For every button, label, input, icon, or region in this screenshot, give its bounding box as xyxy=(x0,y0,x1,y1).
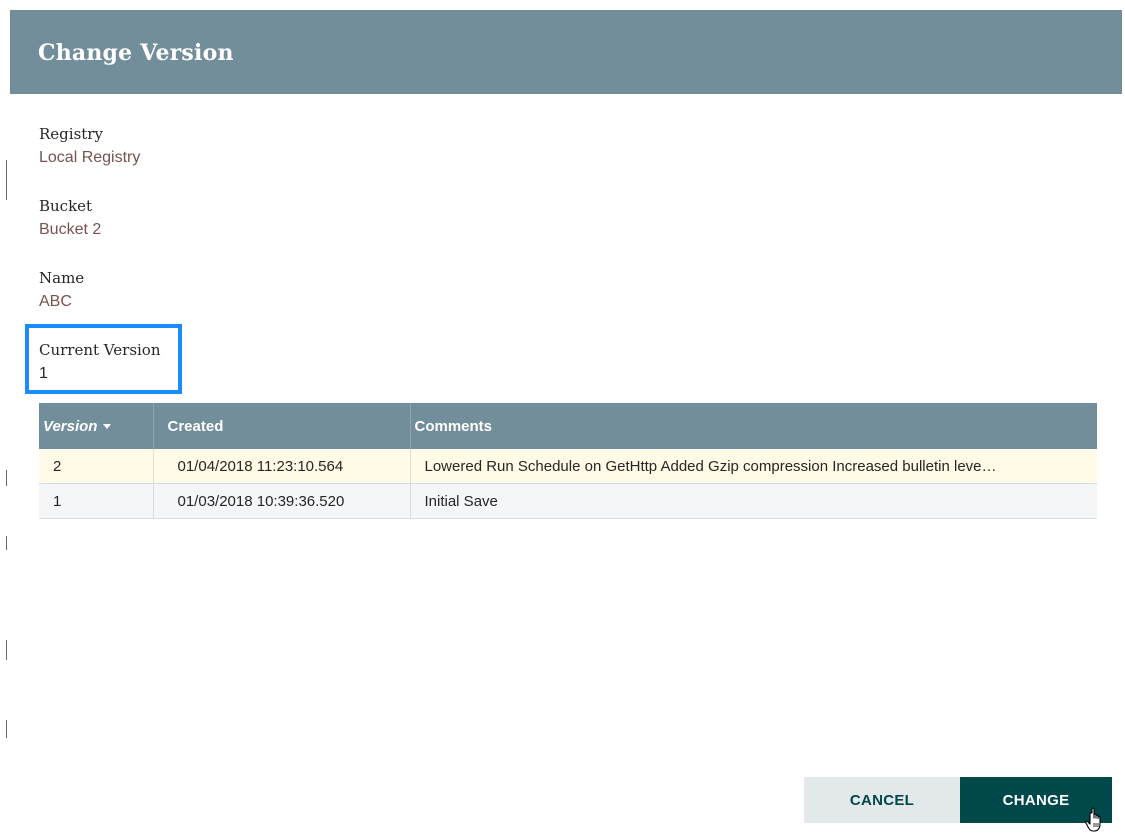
column-header-label: Created xyxy=(167,417,224,435)
cell-version: 1 xyxy=(39,483,154,519)
registry-value: Local Registry xyxy=(39,149,141,166)
table-row[interactable]: 1 01/03/2018 10:39:36.520 Initial Save xyxy=(39,483,1097,519)
name-value: ABC xyxy=(39,293,72,310)
hand-pointer-icon xyxy=(1085,807,1101,832)
current-version-label: Current Version xyxy=(39,341,161,359)
cell-created: 01/04/2018 11:23:10.564 xyxy=(153,449,411,484)
column-header-label: Comments xyxy=(414,417,493,435)
registry-label: Registry xyxy=(39,125,103,143)
current-version-field: Current Version 1 xyxy=(39,340,161,385)
bucket-label: Bucket xyxy=(39,197,93,215)
table-header-row: Version Created Comments xyxy=(39,403,1097,449)
versions-table: Version Created Comments 2 01/04/2018 11… xyxy=(39,403,1097,519)
cancel-button[interactable]: CANCEL xyxy=(804,777,960,823)
dialog-header: Change Version xyxy=(10,10,1122,94)
change-version-dialog: Change Version Registry Local Registry B… xyxy=(10,10,1122,833)
cell-comments: Initial Save xyxy=(410,483,1097,519)
name-label: Name xyxy=(39,269,85,287)
caret-down-icon xyxy=(103,424,112,430)
cell-comments: Lowered Run Schedule on GetHttp Added Gz… xyxy=(410,449,1097,484)
current-version-value: 1 xyxy=(39,365,48,382)
bucket-field: Bucket Bucket 2 xyxy=(39,196,101,241)
cell-created: 01/03/2018 10:39:36.520 xyxy=(153,483,411,519)
dialog-title: Change Version xyxy=(38,40,234,66)
table-row[interactable]: 2 01/04/2018 11:23:10.564 Lowered Run Sc… xyxy=(39,449,1097,484)
page: Change Version Registry Local Registry B… xyxy=(0,0,1125,833)
cell-version: 2 xyxy=(39,449,154,484)
column-header-comments[interactable]: Comments xyxy=(410,403,1097,449)
column-header-created[interactable]: Created xyxy=(153,403,411,449)
name-field: Name ABC xyxy=(39,268,84,313)
background-window-edge xyxy=(0,0,10,833)
bucket-value: Bucket 2 xyxy=(39,221,102,238)
column-header-label: Version xyxy=(43,417,98,435)
column-header-version[interactable]: Version xyxy=(39,403,154,449)
registry-field: Registry Local Registry xyxy=(39,124,140,169)
